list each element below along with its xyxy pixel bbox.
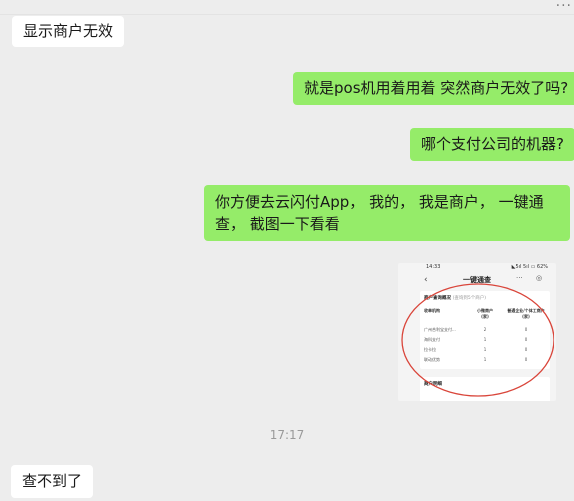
outgoing-message-bubble[interactable]: 哪个支付公司的机器?: [410, 128, 574, 161]
top-divider: [0, 14, 574, 15]
message-timestamp: 17:17: [269, 428, 305, 442]
outgoing-message-bubble[interactable]: 你方便去云闪付App， 我的， 我是商户， 一键通查， 截图一下看看: [204, 185, 570, 241]
outgoing-message-bubble[interactable]: 就是pos机用着用着 突然商户无效了吗?: [293, 72, 574, 105]
more-options-icon[interactable]: ···: [556, 0, 572, 14]
image-message-screenshot[interactable]: 14:33 ◣5ıl 5ıl ▭ 62% ‹ 一键通查 ··· ◎ 商户查询概况…: [398, 263, 556, 401]
incoming-message-bubble[interactable]: 查不到了: [11, 465, 94, 498]
incoming-message-bubble[interactable]: 显示商户无效: [12, 16, 125, 47]
annotation-circle: [401, 283, 554, 397]
